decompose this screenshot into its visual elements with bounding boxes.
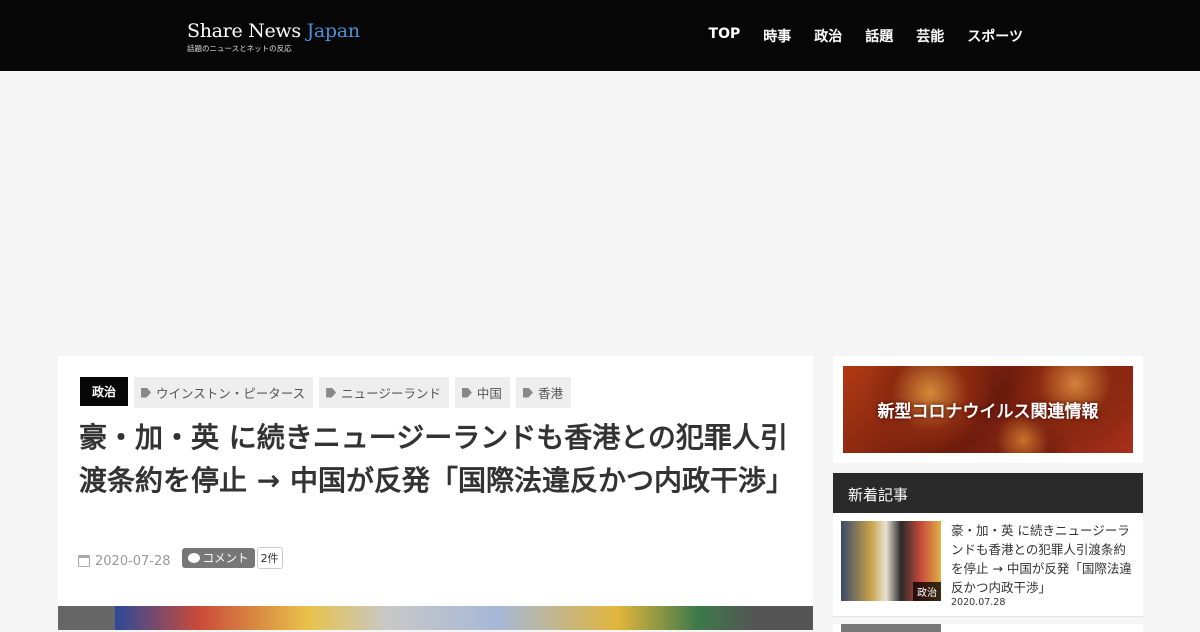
article-tags: 政治 ウインストン・ピータース ニュージーランド 中国 香港 — [80, 374, 571, 408]
tag-item[interactable]: 香港 — [515, 377, 571, 408]
ad-space — [0, 71, 1200, 356]
sidebar: 新型コロナウイルス関連情報 新着記事 政治 豪・加・英 に続きニュージーランドも… — [833, 356, 1143, 632]
comment-button[interactable]: コメント — [181, 548, 255, 568]
nav-current-affairs[interactable]: 時事 — [763, 26, 791, 46]
logo-subtitle: 話題のニュースとネットの反応 — [187, 44, 292, 53]
nav-topics[interactable]: 話題 — [865, 26, 893, 46]
sidebar-article-item[interactable] — [833, 624, 1143, 632]
coronavirus-banner[interactable]: 新型コロナウイルス関連情報 — [843, 366, 1133, 453]
site-logo[interactable]: Share News Japan 話題のニュースとネットの反応 — [187, 20, 360, 54]
article-card: 政治 ウインストン・ピータース ニュージーランド 中国 香港 豪・加・英 に続き… — [58, 356, 813, 630]
tag-icon — [326, 387, 337, 398]
nav-sports[interactable]: スポーツ — [967, 26, 1023, 46]
tag-icon — [522, 387, 533, 398]
logo-title-main: Share News — [187, 20, 307, 42]
article-title: 豪・加・英 に続きニュージーランドも香港との犯罪人引渡条約を停止 → 中国が反発… — [79, 421, 794, 497]
sidebar-article-item[interactable]: 政治 豪・加・英 に続きニュージーランドも香港との犯罪人引渡条約を停止 → 中国… — [833, 513, 1143, 617]
logo-title: Share News Japan — [187, 20, 360, 42]
sidebar-section-title: 新着記事 — [833, 473, 1143, 513]
comment-label: コメント — [202, 551, 249, 565]
article-thumbnail[interactable] — [841, 624, 941, 632]
tag-icon — [461, 387, 472, 398]
tag-label: ニュージーランド — [341, 386, 441, 401]
tag-label: 中国 — [476, 386, 502, 401]
calendar-icon — [78, 555, 90, 567]
tag-icon — [141, 387, 152, 398]
category-badge[interactable]: 政治 — [80, 376, 129, 406]
tag-item[interactable]: 中国 — [454, 377, 510, 408]
tag-label: ウインストン・ピータース — [156, 386, 306, 401]
date-text: 2020-07-28 — [95, 553, 171, 569]
tag-item[interactable]: ウインストン・ピータース — [134, 377, 314, 408]
article-meta: 2020-07-28 コメント 2件 — [78, 547, 283, 569]
nav-top[interactable]: TOP — [709, 26, 741, 46]
thumbnail-category: 政治 — [913, 582, 941, 601]
comment-bubble-icon — [187, 553, 200, 563]
banner-container: 新型コロナウイルス関連情報 — [833, 356, 1143, 463]
tag-label: 香港 — [537, 386, 563, 401]
nav-politics[interactable]: 政治 — [814, 26, 842, 46]
banner-text: 新型コロナウイルス関連情報 — [877, 402, 1099, 422]
main-nav: TOP 時事 政治 話題 芸能 スポーツ — [709, 26, 1023, 46]
sidebar-article-title[interactable]: 豪・加・英 に続きニュージーランドも香港との犯罪人引渡条約を停止 → 中国が反発… — [951, 521, 1136, 597]
sidebar-article-date: 2020.07.28 — [951, 597, 1006, 608]
site-header: Share News Japan 話題のニュースとネットの反応 TOP 時事 政… — [0, 0, 1200, 71]
article-hero-image — [58, 606, 813, 630]
article-date: 2020-07-28 — [78, 554, 171, 569]
nav-entertainment[interactable]: 芸能 — [916, 26, 944, 46]
comment-count[interactable]: 2件 — [256, 547, 283, 569]
logo-title-accent: Japan — [306, 20, 360, 42]
tag-item[interactable]: ニュージーランド — [319, 377, 449, 408]
article-thumbnail[interactable]: 政治 — [841, 521, 941, 601]
